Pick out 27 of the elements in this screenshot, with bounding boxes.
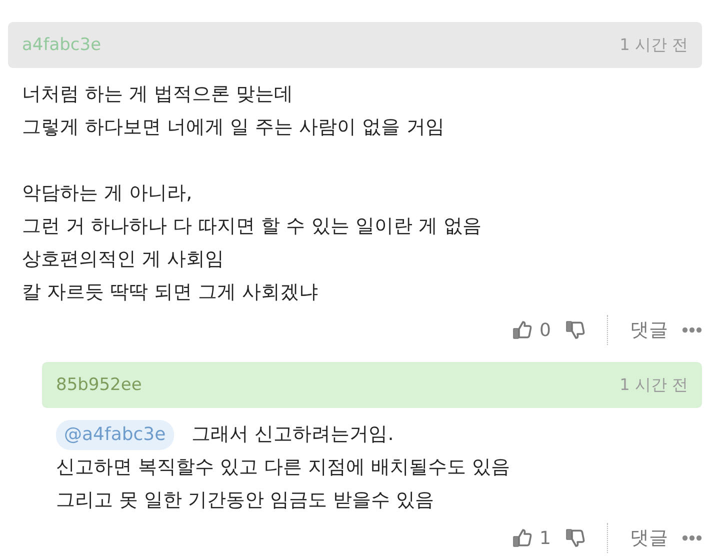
comment-text: 그렇게 하다보면 너에게 일 주는 사람이 없을 거임 — [22, 115, 444, 140]
comment-text: 상호편의적인 게 사회임 — [22, 247, 224, 272]
thumbs-up-icon — [512, 320, 532, 340]
thumbs-down-icon — [565, 320, 585, 340]
mention-tag[interactable]: @a4fabc3e — [56, 420, 174, 450]
more-icon — [682, 535, 702, 541]
reply-button[interactable]: 댓글 — [630, 525, 668, 551]
comment-text: 신고하면 복직할수 있고 다른 지점에 배치될수도 있음 — [56, 455, 510, 480]
timestamp: 1 시간 전 — [620, 34, 688, 56]
author-name[interactable]: 85b952ee — [56, 375, 142, 395]
timestamp: 1 시간 전 — [620, 374, 688, 396]
thumbs-down-icon — [565, 528, 585, 548]
comment-text: 그런 거 하나하나 다 따지면 할 수 있는 일이란 게 없음 — [22, 214, 482, 239]
comment-text: 그리고 못 일한 기간동안 임금도 받을수 있음 — [56, 488, 434, 513]
more-button[interactable] — [682, 327, 702, 333]
more-icon — [682, 327, 702, 333]
dislike-button[interactable] — [565, 320, 585, 340]
comment-text: 악담하는 게 아니라, — [22, 181, 192, 206]
reply-button[interactable]: 댓글 — [630, 317, 668, 343]
like-button[interactable]: 1 — [512, 528, 551, 548]
comment-text: 너처럼 하는 게 법적으론 맞는데 — [22, 82, 294, 107]
thumbs-up-icon — [512, 528, 532, 548]
comment-text: 칼 자르듯 딱딱 되면 그게 사회겠냐 — [22, 280, 318, 305]
comment-text: 그래서 신고하려는거임. — [192, 422, 394, 447]
more-button[interactable] — [682, 535, 702, 541]
dislike-button[interactable] — [565, 528, 585, 548]
like-button[interactable]: 0 — [512, 320, 551, 340]
